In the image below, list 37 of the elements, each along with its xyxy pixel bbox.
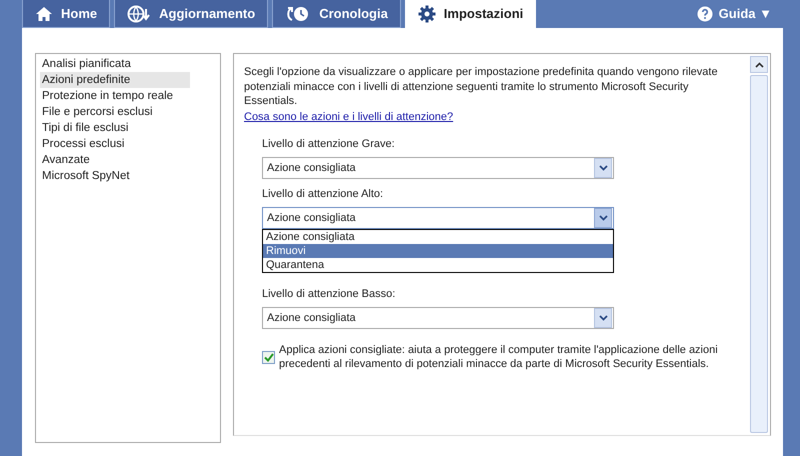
chevron-down-icon [598,315,608,321]
help-icon [696,6,713,22]
tab[interactable]: Cronologia [272,0,401,28]
dropdown-field[interactable]: Azione consigliata [262,307,614,329]
chevron-down-icon [598,165,608,171]
sidebar-item[interactable]: Processi esclusi [40,136,190,152]
checkbox-label: Applica azioni consigliate: aiuta a proteggere il computer tramite l'applicazione delle azioni precedenti al rilevamento di potenziali minacce da parte di Microsoft Security Essentials. [279,343,719,371]
dropdown-arrow-button[interactable] [594,308,612,328]
home-icon [35,6,53,22]
chevron-up-icon [754,62,764,68]
scroll-up-button[interactable] [750,56,768,73]
sidebar-item[interactable]: Azioni predefinite [40,72,190,88]
tab[interactable]: Aggiornamento [114,0,268,28]
description-text: Scegli l'opzione da visualizzare o applicare per impostazione predefinita quando vengono rilevate potenziali minacce con i livelli di attenzione seguenti tramite lo strumento Microsoft Security Essentials. [244,65,719,108]
sidebar-item[interactable]: Tipi di file esclusi [40,120,190,136]
tab[interactable]: Impostazioni [404,0,536,28]
sidebar-item[interactable]: Microsoft SpyNet [40,168,190,184]
chevron-down-icon [598,215,608,221]
tab[interactable]: Home [22,0,110,28]
dropdown-arrow-button[interactable] [594,208,612,228]
globe-icon [127,4,152,22]
dropdown-arrow-button[interactable] [594,158,612,178]
sidebar-item[interactable]: Avanzate [40,152,190,168]
dropdown-option[interactable]: Azione consigliata [263,230,613,244]
field-label: Livello di attenzione Basso: [262,287,396,301]
checkbox[interactable] [262,350,275,364]
scrollbar-thumb[interactable] [750,75,768,433]
help-link[interactable]: Cosa sono le azioni e i livelli di attenzione? [244,110,454,122]
dropdown-option[interactable]: Quarantena [263,258,613,272]
sidebar-item[interactable]: File e percorsi esclusi [40,104,190,120]
dropdown-field[interactable]: Azione consigliata [262,157,614,179]
sidebar-item[interactable]: Analisi pianificata [40,56,190,72]
help-menu-button[interactable]: Guida ▼ [690,0,778,28]
field-label: Livello di attenzione Grave: [262,137,396,151]
field-label: Livello di attenzione Alto: [262,187,384,201]
dropdown-option[interactable]: Rimuovi [263,244,613,258]
sidebar-item[interactable]: Protezione in tempo reale [40,88,190,104]
